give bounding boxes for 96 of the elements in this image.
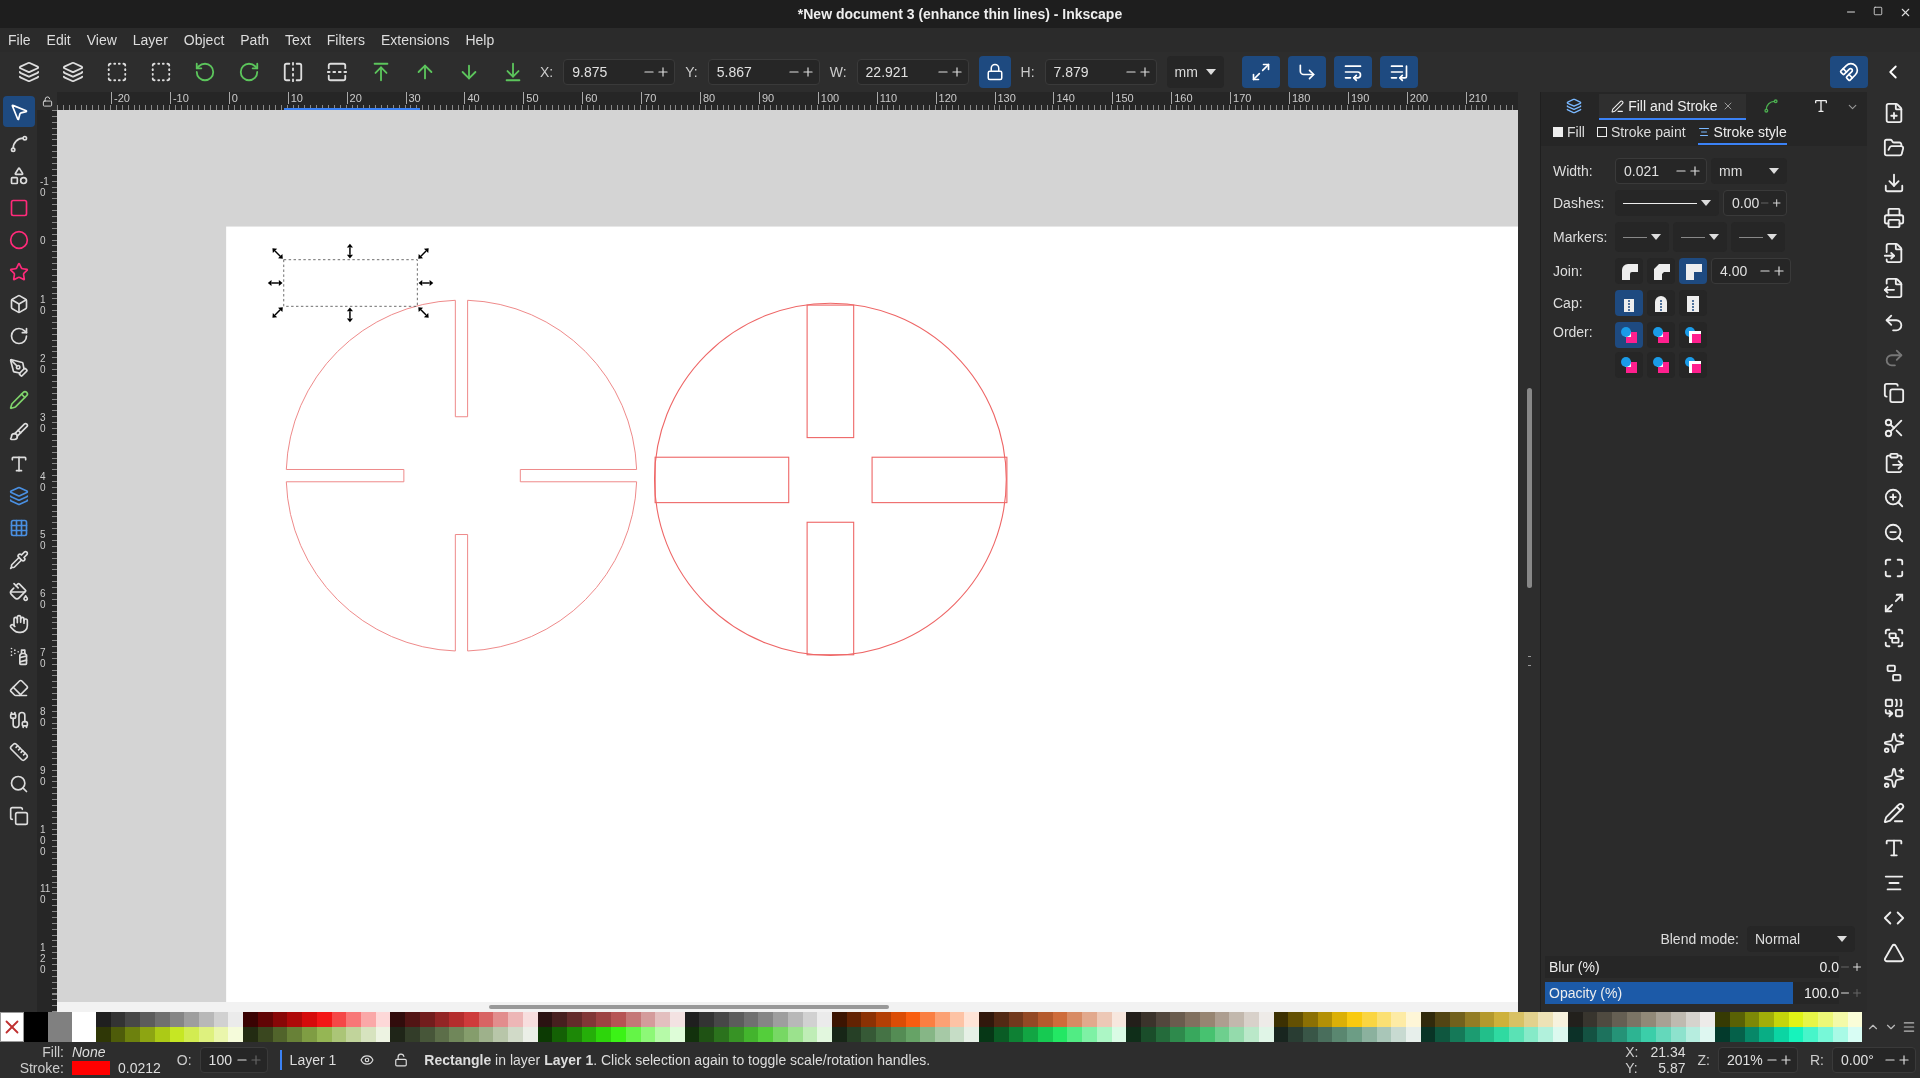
ruler-label: 90 <box>40 765 47 787</box>
ruler-label: 20 <box>346 92 362 104</box>
slider-value: 0.0 <box>1793 956 1839 978</box>
ruler-label: 130 <box>994 92 1016 104</box>
ruler-label: 150 <box>1112 92 1134 104</box>
ruler-label: 20 <box>40 352 47 375</box>
menu-item[interactable]: File <box>8 29 31 51</box>
width-label: Width: <box>1553 161 1594 181</box>
ruler-label: 100 <box>817 92 840 104</box>
ruler-label: 0 <box>228 92 238 104</box>
coordinate-field[interactable]: 9.875 <box>563 59 676 85</box>
rotation-label: R: <box>1810 1050 1824 1070</box>
ruler-label: 70 <box>641 92 657 104</box>
ruler-label: 30 <box>40 411 47 434</box>
coordinate-field[interactable]: 22.921 <box>856 59 969 85</box>
notebook-tab[interactable]: Stroke paint <box>1596 121 1686 145</box>
layer-dropdown[interactable]: Layer 1 <box>289 1049 337 1071</box>
coordinate-field[interactable]: 5.867 <box>707 59 820 85</box>
ruler-label: -10 <box>169 92 189 104</box>
ruler-label: 0 <box>40 234 47 246</box>
opacity-field[interactable]: 100 <box>199 1047 268 1073</box>
ruler-label: 60 <box>582 92 598 104</box>
slider-label: Blur (%) <box>1549 958 1600 977</box>
ruler-label: 140 <box>1053 92 1075 104</box>
fill-label: Fill: <box>41 1044 64 1060</box>
menu-item[interactable]: Extensions <box>380 29 450 51</box>
miter-limit-field[interactable]: 4.00 <box>1711 258 1791 284</box>
status-message: Rectangle in layer Layer 1. Click selection again to toggle scale/rotation handles. <box>424 1050 931 1070</box>
ruler-label: 120 <box>935 92 957 104</box>
menu-item[interactable]: Object <box>183 29 225 51</box>
ruler-label: 170 <box>1230 92 1252 104</box>
dash-offset-field[interactable]: 0.00 <box>1723 190 1787 216</box>
stroke-width-value: 0.0212 <box>118 1060 161 1076</box>
ruler-label: 50 <box>523 92 539 104</box>
dialog-tab[interactable]: Fill and Stroke <box>1599 94 1746 120</box>
menu-item[interactable]: Layer <box>132 29 168 51</box>
ruler-label: 100 <box>40 823 47 857</box>
menu-item[interactable]: Path <box>240 29 270 51</box>
coordinate-label: Y: <box>685 62 698 82</box>
menu-item[interactable]: Edit <box>46 29 71 51</box>
ruler-label: 200 <box>1406 92 1429 104</box>
opacity-slider[interactable]: Opacity (%) <box>1545 982 1793 1004</box>
coordinate-label: W: <box>829 62 847 82</box>
dashes-label: Dashes: <box>1553 193 1606 213</box>
ruler-label: -20 <box>111 92 130 104</box>
stroke-label: Stroke: <box>18 1060 64 1076</box>
ruler-label: 210 <box>1465 92 1488 104</box>
markers-label: Markers: <box>1553 227 1609 247</box>
notebook-tab[interactable]: Stroke style <box>1697 121 1787 145</box>
coordinate-field[interactable]: 7.879 <box>1044 59 1157 85</box>
blend-mode-label: Blend mode: <box>1660 929 1739 949</box>
cursor-y-label: Y: <box>1625 1060 1639 1076</box>
blend-mode-dropdown[interactable]: Normal <box>1747 926 1855 952</box>
cap-label: Cap: <box>1553 293 1584 313</box>
ruler-label: 10 <box>287 92 303 104</box>
zoom-label: Z: <box>1697 1050 1710 1070</box>
ruler-label: 40 <box>40 470 47 493</box>
ruler-label: 120 <box>40 941 47 975</box>
ruler-label: 110 <box>876 92 898 104</box>
fill-value: None <box>72 1044 107 1060</box>
ruler-label: 180 <box>1289 92 1311 104</box>
menu-item[interactable]: Text <box>285 29 311 51</box>
ruler-label: 60 <box>40 588 47 611</box>
menu-item[interactable]: Filters <box>326 29 365 51</box>
cursor-x-label: X: <box>1625 1044 1639 1060</box>
ruler-label: 80 <box>40 706 47 729</box>
order-label: Order: <box>1553 323 1594 342</box>
ruler-label: 80 <box>700 92 716 104</box>
cursor-y-value: 5.87 <box>1657 1060 1686 1076</box>
join-label: Join: <box>1553 261 1584 281</box>
ruler-label: -10 <box>40 176 50 198</box>
slider-value: 100.0 <box>1793 982 1839 1004</box>
ruler-label: 10 <box>40 293 47 316</box>
opacity-label: O: <box>176 1050 192 1070</box>
ruler-label: 110 <box>40 882 51 905</box>
menu-item[interactable]: View <box>86 29 117 51</box>
rotation-field[interactable]: 0.00° <box>1832 1047 1916 1073</box>
ruler-label: 30 <box>405 92 421 104</box>
unit-dropdown[interactable]: mm <box>1711 158 1787 184</box>
slider-label: Opacity (%) <box>1549 984 1623 1003</box>
cursor-x-value: 21.34 <box>1650 1044 1686 1060</box>
menu-item[interactable]: Help <box>465 29 495 51</box>
coordinate-label: H: <box>1020 62 1035 82</box>
ruler-label: 70 <box>40 647 47 670</box>
ruler-label: 40 <box>464 92 480 104</box>
coordinate-label: X: <box>540 62 554 82</box>
zoom-field[interactable]: 201% <box>1718 1047 1798 1073</box>
ruler-label: 160 <box>1171 92 1193 104</box>
unit-dropdown[interactable]: mm <box>1166 56 1224 88</box>
blur-slider[interactable]: Blur (%) <box>1545 956 1793 978</box>
ruler-label: 190 <box>1347 92 1370 104</box>
notebook-tab[interactable]: Fill <box>1553 121 1585 145</box>
ruler-label: 50 <box>40 529 47 552</box>
width-field[interactable]: 0.021 <box>1615 158 1707 184</box>
window-title: *New document 3 (enhance thin lines) - Inkscape <box>797 4 1123 24</box>
ruler-label: 90 <box>758 92 775 104</box>
